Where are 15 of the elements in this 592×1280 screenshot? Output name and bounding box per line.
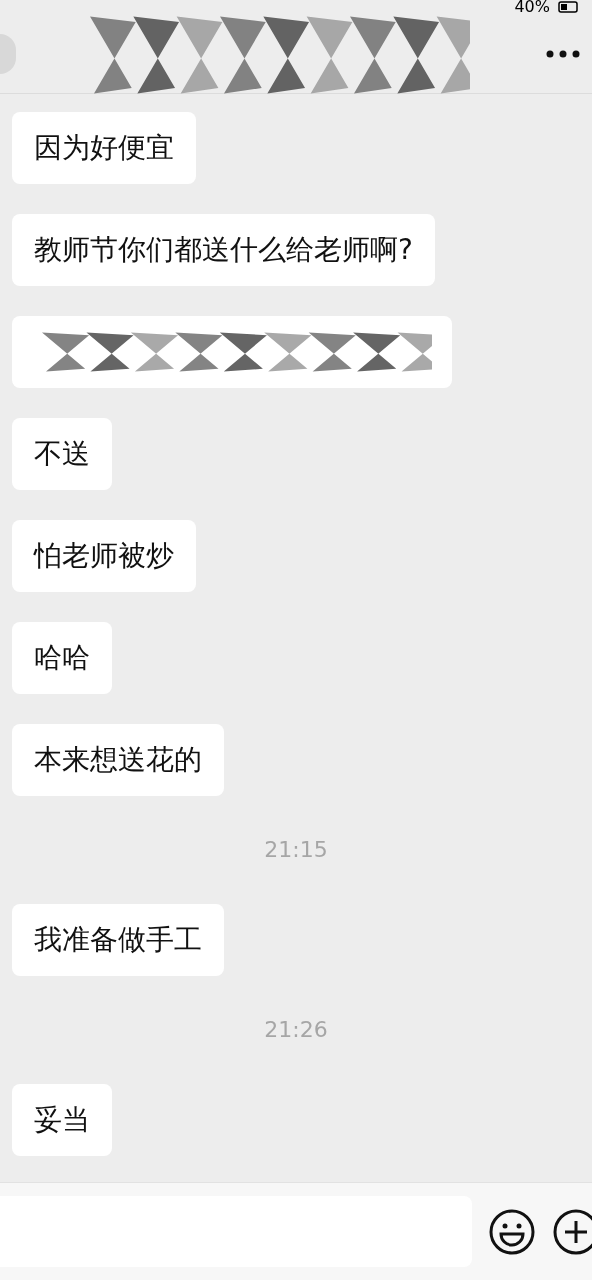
message-bubble: 我准备做手工 [12, 904, 224, 976]
timestamp: 21:15 [264, 836, 328, 864]
emoji-icon[interactable] [488, 1207, 536, 1256]
battery-icon [558, 1, 580, 13]
more-icon[interactable] [546, 49, 580, 58]
message-bubble: 妥当 [12, 1084, 112, 1156]
battery-percent: 40% [514, 0, 550, 14]
message-bubble: 教师节你们都送什么给老师啊? [12, 214, 435, 286]
message-bubble: 怕老师被炒 [12, 520, 196, 592]
plus-icon[interactable] [552, 1207, 592, 1256]
message-bubble: 哈哈 [12, 622, 112, 694]
message-bubble: 因为好便宜 [12, 112, 196, 184]
message-bubble: 本来想送花的 [12, 724, 224, 796]
timestamp: 21:26 [264, 1016, 328, 1044]
message-bubble: 不送 [12, 418, 112, 490]
